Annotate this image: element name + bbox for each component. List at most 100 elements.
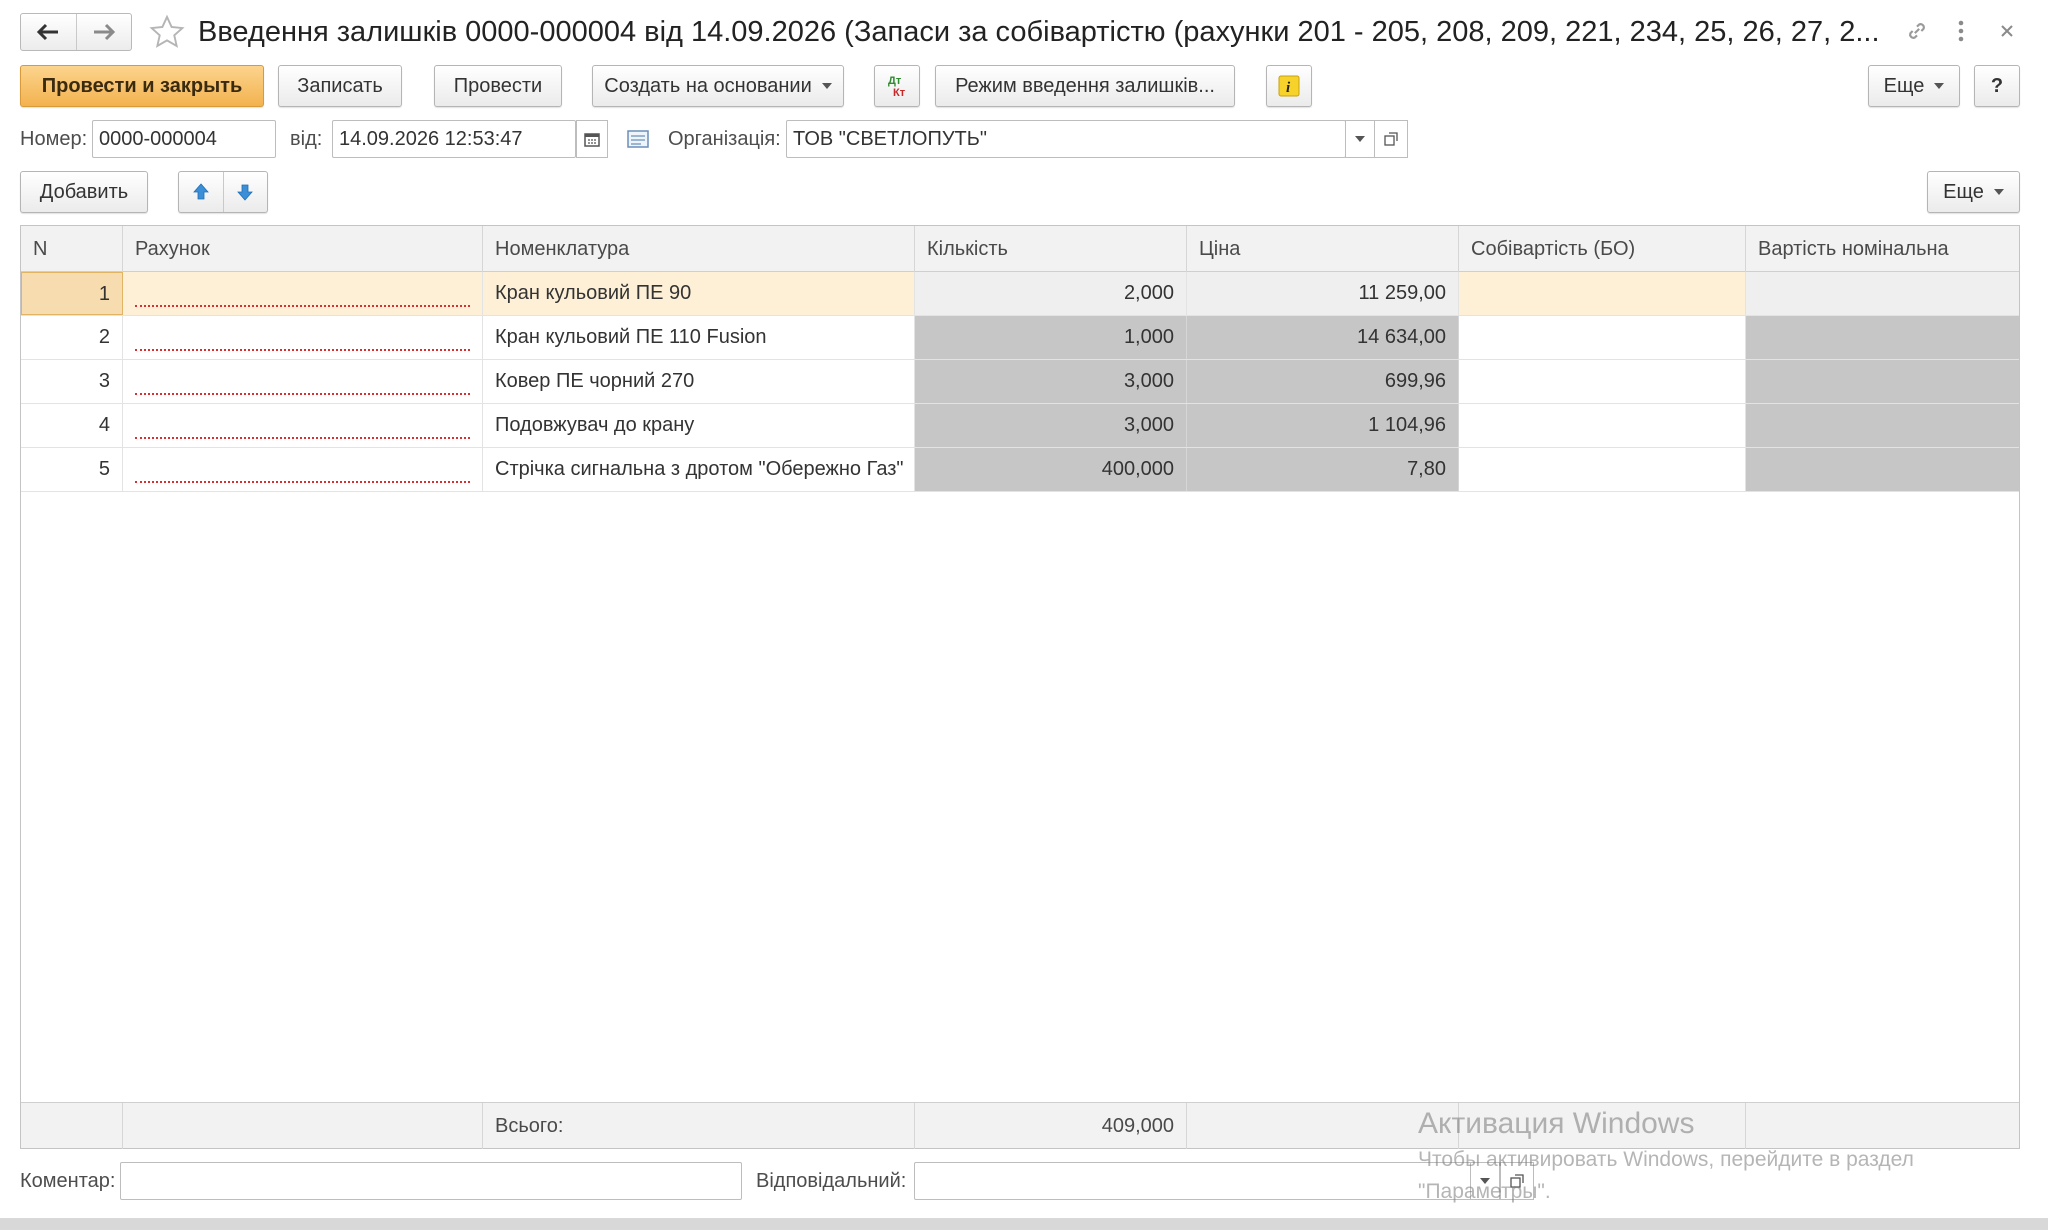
svg-text:Кт: Кт (893, 87, 906, 99)
title-bar: Введення залишків 0000-000004 від 14.09.… (0, 0, 2048, 64)
inventory-table[interactable]: N Рахунок Номенклатура Кількість Ціна Со… (20, 225, 2020, 1149)
organization-open-button[interactable] (1374, 120, 1408, 158)
cost-cell[interactable] (1459, 316, 1746, 359)
document-view-icon[interactable] (626, 127, 650, 151)
footer-cell-empty (123, 1103, 483, 1149)
post-button[interactable]: Провести (434, 65, 562, 107)
column-header-n[interactable]: N (21, 226, 123, 272)
account-cell[interactable] (123, 272, 483, 315)
cost-cell[interactable] (1459, 360, 1746, 403)
dt-kt-report-button[interactable]: Дт Кт (874, 65, 920, 107)
price-cell[interactable]: 11 259,00 (1187, 272, 1459, 315)
column-header-quantity[interactable]: Кількість (915, 226, 1187, 272)
more-menu-button[interactable] (1944, 14, 1978, 48)
help-button[interactable]: ? (1974, 65, 2020, 107)
price-cell[interactable]: 14 634,00 (1187, 316, 1459, 359)
row-number: 4 (21, 404, 123, 447)
required-field-underline (135, 393, 470, 395)
nominal-cell[interactable] (1746, 360, 2019, 403)
info-button[interactable]: i (1266, 65, 1312, 107)
quantity-cell[interactable]: 3,000 (915, 404, 1187, 447)
table-row[interactable]: 1 Кран кульовий ПЕ 90 2,000 11 259,00 (21, 272, 2019, 316)
balance-entry-mode-button[interactable]: Режим введення залишків... (935, 65, 1235, 107)
close-button[interactable] (1990, 14, 2024, 48)
nominal-cell[interactable] (1746, 316, 2019, 359)
nominal-cell[interactable] (1746, 272, 2019, 315)
dropdown-caret-icon (1480, 1178, 1490, 1184)
required-field-underline (135, 349, 470, 351)
responsible-open-button[interactable] (1500, 1162, 1534, 1200)
star-icon (149, 14, 185, 48)
nominal-cell[interactable] (1746, 448, 2019, 491)
back-button[interactable] (21, 14, 76, 50)
nominal-cell[interactable] (1746, 404, 2019, 447)
more-button[interactable]: Еще (1868, 65, 1960, 107)
account-cell[interactable] (123, 360, 483, 403)
open-window-icon (1510, 1174, 1524, 1188)
account-cell[interactable] (123, 316, 483, 359)
forward-button[interactable] (75, 14, 132, 50)
table-header: N Рахунок Номенклатура Кількість Ціна Со… (21, 226, 2019, 272)
organization-field[interactable]: ТОВ "СВЕТЛОПУТЬ" (786, 120, 1346, 158)
cost-cell[interactable] (1459, 448, 1746, 491)
bottom-border-strip (0, 1218, 2048, 1230)
move-up-button[interactable] (179, 172, 224, 212)
document-title: Введення залишків 0000-000004 від 14.09.… (198, 16, 1878, 48)
quantity-cell[interactable]: 400,000 (915, 448, 1187, 491)
close-icon (2001, 25, 2013, 37)
item-cell[interactable]: Кран кульовий ПЕ 90 (483, 272, 915, 315)
footer-cell-empty (21, 1103, 123, 1149)
table-footer: Всього: 409,000 (21, 1102, 2019, 1149)
favorite-star-button[interactable] (148, 13, 186, 51)
quantity-cell[interactable]: 2,000 (915, 272, 1187, 315)
move-down-button[interactable] (224, 172, 268, 212)
date-field[interactable]: 14.09.2026 12:53:47 (332, 120, 576, 158)
account-cell[interactable] (123, 404, 483, 447)
column-header-price[interactable]: Ціна (1187, 226, 1459, 272)
item-cell[interactable]: Кран кульовий ПЕ 110 Fusion (483, 316, 915, 359)
item-cell[interactable]: Ковер ПЕ чорний 270 (483, 360, 915, 403)
table-row[interactable]: 3 Ковер ПЕ чорний 270 3,000 699,96 (21, 360, 2019, 404)
account-cell[interactable] (123, 448, 483, 491)
item-cell[interactable]: Стрічка сигнальна з дротом "Обережно Газ… (483, 448, 915, 491)
move-buttons-group (178, 171, 268, 213)
column-header-cost[interactable]: Собівартість (БО) (1459, 226, 1746, 272)
dropdown-caret-icon (1355, 136, 1365, 142)
table-row[interactable]: 5 Стрічка сигнальна з дротом "Обережно Г… (21, 448, 2019, 492)
debit-credit-icon: Дт Кт (888, 75, 906, 99)
footer-cell-empty (1187, 1103, 1459, 1149)
cost-cell[interactable] (1459, 272, 1746, 315)
responsible-field[interactable] (914, 1162, 1474, 1200)
table-more-button[interactable]: Еще (1927, 171, 2020, 213)
column-header-item[interactable]: Номенклатура (483, 226, 915, 272)
write-button[interactable]: Записать (278, 65, 402, 107)
link-button[interactable] (1900, 14, 1934, 48)
create-based-on-button[interactable]: Создать на основании (592, 65, 844, 107)
more-label: Еще (1883, 74, 1925, 97)
number-field[interactable]: 0000-000004 (92, 120, 276, 158)
responsible-label: Відповідальний: (756, 1170, 907, 1192)
row-number: 5 (21, 448, 123, 491)
organization-label: Організація: (668, 128, 781, 150)
post-and-close-button[interactable]: Провести и закрыть (20, 65, 264, 107)
cost-cell[interactable] (1459, 404, 1746, 447)
price-cell[interactable]: 1 104,96 (1187, 404, 1459, 447)
responsible-dropdown-button[interactable] (1470, 1162, 1500, 1200)
quantity-cell[interactable]: 1,000 (915, 316, 1187, 359)
footer-total-quantity: 409,000 (915, 1103, 1187, 1149)
price-cell[interactable]: 7,80 (1187, 448, 1459, 491)
table-row[interactable]: 4 Подовжувач до крану 3,000 1 104,96 (21, 404, 2019, 448)
table-row[interactable]: 2 Кран кульовий ПЕ 110 Fusion 1,000 14 6… (21, 316, 2019, 360)
add-row-button[interactable]: Добавить (20, 171, 148, 213)
comment-field[interactable] (120, 1162, 742, 1200)
quantity-cell[interactable]: 3,000 (915, 360, 1187, 403)
organization-dropdown-button[interactable] (1345, 120, 1375, 158)
column-header-account[interactable]: Рахунок (123, 226, 483, 272)
price-cell[interactable]: 699,96 (1187, 360, 1459, 403)
arrow-up-icon (192, 183, 209, 200)
date-label: від: (290, 128, 323, 150)
calendar-button[interactable] (576, 120, 608, 158)
item-cell[interactable]: Подовжувач до крану (483, 404, 915, 447)
footer-total-label: Всього: (483, 1103, 915, 1149)
column-header-nominal[interactable]: Вартість номінальна (1746, 226, 2019, 272)
